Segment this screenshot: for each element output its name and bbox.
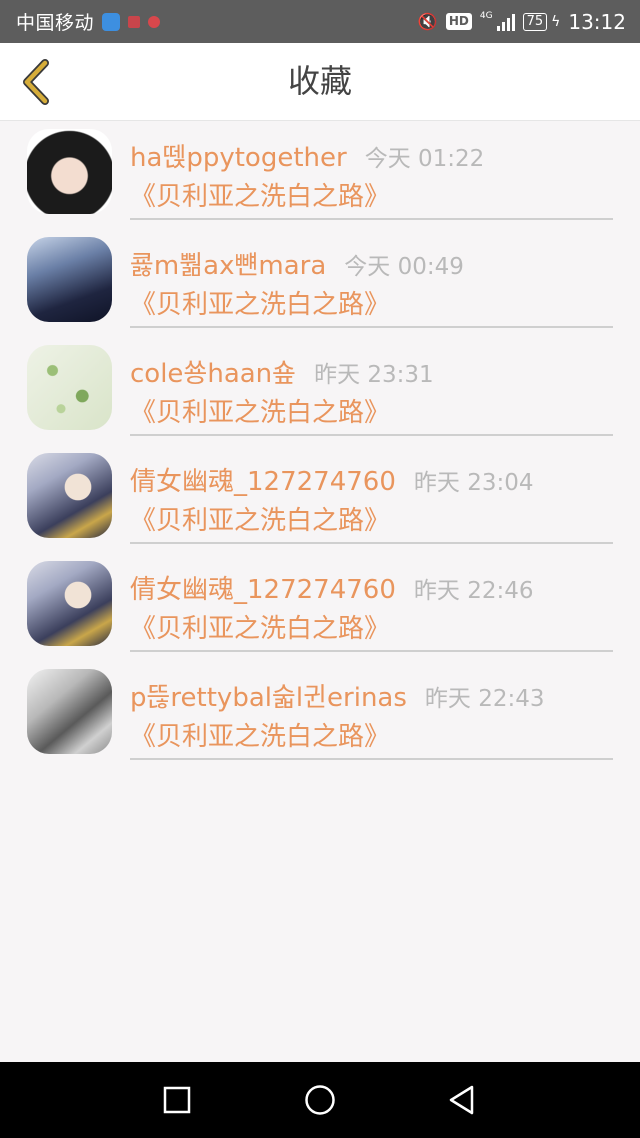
avatar[interactable] xyxy=(27,669,112,754)
timestamp: 昨天 22:43 xyxy=(424,686,545,712)
system-back-button[interactable] xyxy=(442,1080,482,1120)
mute-icon: 🔇 xyxy=(417,12,438,31)
app-notification-icon xyxy=(128,15,141,28)
circle-icon xyxy=(305,1085,335,1115)
user-name: ha뗁ppytogether xyxy=(130,143,347,173)
shield-icon xyxy=(102,12,121,31)
signal-icon xyxy=(496,13,515,31)
avatar[interactable] xyxy=(27,345,112,430)
book-title: 《贝利亚之洗白之路》 xyxy=(130,182,391,212)
clock: 13:12 xyxy=(568,9,626,34)
page-title: 收藏 xyxy=(287,62,352,100)
avatar[interactable] xyxy=(27,129,112,214)
app-header: 收藏 xyxy=(0,43,640,121)
divider xyxy=(130,542,613,544)
list-item[interactable]: 倩女幽魂_127274760 昨天 23:04 《贝利亚之洗白之路》 xyxy=(0,445,640,553)
list-item[interactable]: cole쑝haan숖 昨天 23:31 《贝利亚之洗白之路》 xyxy=(0,337,640,445)
timestamp: 昨天 22:46 xyxy=(413,578,534,604)
timestamp: 昨天 23:31 xyxy=(314,362,434,388)
divider xyxy=(130,434,613,436)
system-nav-bar xyxy=(0,1062,640,1138)
list-item[interactable]: 쿓m뿲ax뺸mara 今天 00:49 《贝利亚之洗白之路》 xyxy=(0,229,640,337)
status-bar: 中国移动 🔇 HD 4G 75 ϟ 13:12 xyxy=(0,0,640,43)
charging-icon: ϟ xyxy=(551,13,561,30)
battery-icon: 75 xyxy=(522,12,548,31)
recent-apps-button[interactable] xyxy=(157,1080,197,1120)
triangle-back-icon xyxy=(449,1085,474,1115)
timestamp: 今天 01:22 xyxy=(364,146,485,172)
weibo-notification-icon xyxy=(148,15,161,28)
divider xyxy=(130,758,613,760)
list-item[interactable]: ha뗁ppytogether 今天 01:22 《贝利亚之洗白之路》 xyxy=(0,121,640,229)
divider xyxy=(130,218,613,220)
divider xyxy=(130,650,613,652)
book-title: 《贝利亚之洗白之路》 xyxy=(130,614,391,644)
avatar[interactable] xyxy=(27,561,112,646)
hd-badge: HD xyxy=(445,13,472,30)
list-item[interactable]: 倩女幽魂_127274760 昨天 22:46 《贝利亚之洗白之路》 xyxy=(0,553,640,661)
avatar[interactable] xyxy=(27,237,112,322)
book-title: 《贝利亚之洗白之路》 xyxy=(130,290,391,320)
list-item[interactable]: p뜮rettybal숣l귄erinas 昨天 22:43 《贝利亚之洗白之路》 xyxy=(0,661,640,769)
book-title: 《贝利亚之洗白之路》 xyxy=(130,722,391,752)
user-name: 쿓m뿲ax뺸mara xyxy=(130,251,327,281)
user-name: 倩女幽魂_127274760 xyxy=(130,575,396,605)
user-name: p뜮rettybal숣l귄erinas xyxy=(130,683,407,713)
square-icon xyxy=(163,1086,191,1114)
book-title: 《贝利亚之洗白之路》 xyxy=(130,398,391,428)
user-name: cole쑝haan숖 xyxy=(130,359,297,389)
avatar[interactable] xyxy=(27,453,112,538)
user-name: 倩女幽魂_127274760 xyxy=(130,467,396,497)
book-title: 《贝利亚之洗白之路》 xyxy=(130,506,391,536)
timestamp: 昨天 23:04 xyxy=(413,470,534,496)
battery-level: 75 xyxy=(526,13,544,29)
network-type: 4G xyxy=(479,10,493,21)
timestamp: 今天 00:49 xyxy=(344,254,464,280)
home-button[interactable] xyxy=(300,1080,340,1120)
divider xyxy=(130,326,613,328)
carrier-name: 中国移动 xyxy=(16,12,95,34)
favorites-list: ha뗁ppytogether 今天 01:22 《贝利亚之洗白之路》 쿓m뿲ax… xyxy=(0,121,640,769)
